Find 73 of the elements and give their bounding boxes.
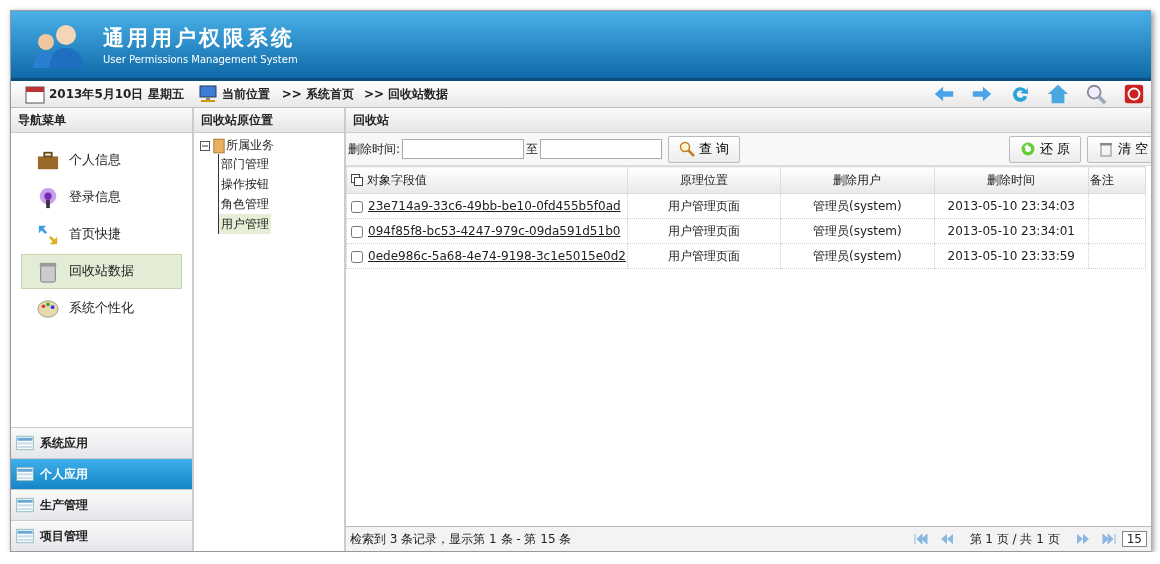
- list-icon: [16, 496, 34, 514]
- lightbulb-icon: [37, 186, 59, 209]
- table-cell: 用户管理页面: [668, 223, 741, 238]
- to-label: 至: [526, 140, 539, 158]
- search-icon: [679, 141, 696, 157]
- query-button[interactable]: 查 询: [668, 135, 741, 163]
- palette-icon: [37, 297, 59, 320]
- previous-page-icon[interactable]: [939, 533, 954, 545]
- panel-title: 导航菜单: [11, 108, 192, 133]
- search-icon[interactable]: [1085, 83, 1107, 105]
- tree-node[interactable]: 用户管理: [219, 214, 271, 234]
- list-icon: [16, 465, 34, 483]
- nav-item[interactable]: 登录信息: [21, 180, 182, 215]
- page-size-select[interactable]: 15: [1121, 531, 1147, 547]
- date-text: 2013年5月10日 星期五: [49, 85, 184, 103]
- accordion-tab[interactable]: 项目管理: [11, 520, 192, 551]
- table-cell: 2013-05-10 23:34:03: [947, 199, 1075, 213]
- nav-item[interactable]: 回收站数据: [21, 254, 182, 289]
- filter-label: 删除时间:: [348, 140, 401, 158]
- breadcrumb-link[interactable]: >> 回收站数据: [363, 85, 449, 103]
- calendar-icon: [25, 84, 45, 104]
- clear-button[interactable]: 清 空: [1087, 135, 1151, 163]
- last-page-icon[interactable]: [1101, 533, 1116, 545]
- trash-can-icon: [37, 260, 59, 283]
- table-cell: 管理员(system): [812, 248, 902, 263]
- trash-can-icon: [1098, 141, 1114, 157]
- table-cell: 2013-05-10 23:33:59: [947, 249, 1075, 263]
- page-info: 第 1 页 / 共 1 页: [969, 530, 1060, 548]
- app-title: 通用用户权限系统: [103, 24, 296, 52]
- select-all-icon[interactable]: [351, 174, 363, 186]
- restore-button[interactable]: 还 原: [1009, 135, 1081, 163]
- briefcase-icon: [37, 149, 59, 172]
- list-icon: [16, 434, 34, 452]
- home-icon[interactable]: [1047, 83, 1069, 105]
- collapse-icon[interactable]: [200, 140, 210, 151]
- date-from-field[interactable]: [402, 139, 525, 159]
- nav-item[interactable]: 首页快捷: [21, 217, 182, 252]
- status-text: 检索到 3 条记录，显示第 1 条 - 第 15 条: [350, 530, 572, 548]
- table-cell: 管理员(system): [812, 223, 902, 238]
- column-header: 删除时间: [987, 172, 1036, 187]
- table-cell: 2013-05-10 23:34:01: [947, 224, 1075, 238]
- list-icon: [16, 527, 34, 545]
- breadcrumb-link[interactable]: >> 系统首页: [281, 85, 354, 103]
- app-subtitle: User Permissions Management System: [103, 54, 298, 65]
- tree-node[interactable]: 角色管理: [219, 194, 271, 214]
- row-checkbox[interactable]: [351, 250, 363, 263]
- column-header: 对象字段值: [367, 172, 427, 187]
- power-icon[interactable]: [1123, 83, 1145, 105]
- panel-title: 回收站: [346, 108, 1151, 133]
- next-page-icon[interactable]: [1075, 533, 1090, 545]
- tree-node[interactable]: 所属业务: [226, 137, 274, 154]
- column-header: 原理位置: [680, 172, 729, 187]
- location-label: 当前位置: [221, 85, 270, 103]
- folder-icon: [213, 137, 225, 154]
- row-checkbox[interactable]: [351, 200, 363, 213]
- tree-node[interactable]: 部门管理: [219, 154, 271, 174]
- table-cell: 用户管理页面: [668, 248, 741, 263]
- accordion-tab[interactable]: 生产管理: [11, 489, 192, 520]
- computer-icon: [197, 84, 218, 104]
- arrows-icon: [37, 223, 59, 246]
- tree-node[interactable]: 操作按钮: [219, 174, 271, 194]
- nav-item[interactable]: 个人信息: [21, 143, 182, 178]
- date-to-field[interactable]: [540, 139, 663, 159]
- panel-title: 回收站原位置: [194, 108, 344, 133]
- column-header: 删除用户: [833, 172, 882, 187]
- nav-item[interactable]: 系统个性化: [21, 291, 182, 326]
- accordion-tab[interactable]: 系统应用: [11, 427, 192, 458]
- table-cell: 用户管理页面: [668, 198, 741, 213]
- row-checkbox[interactable]: [351, 225, 363, 238]
- first-page-icon[interactable]: [913, 533, 928, 545]
- table-cell: 管理员(system): [812, 198, 902, 213]
- column-header: 备注: [1090, 172, 1114, 187]
- undo-icon: [1020, 141, 1037, 157]
